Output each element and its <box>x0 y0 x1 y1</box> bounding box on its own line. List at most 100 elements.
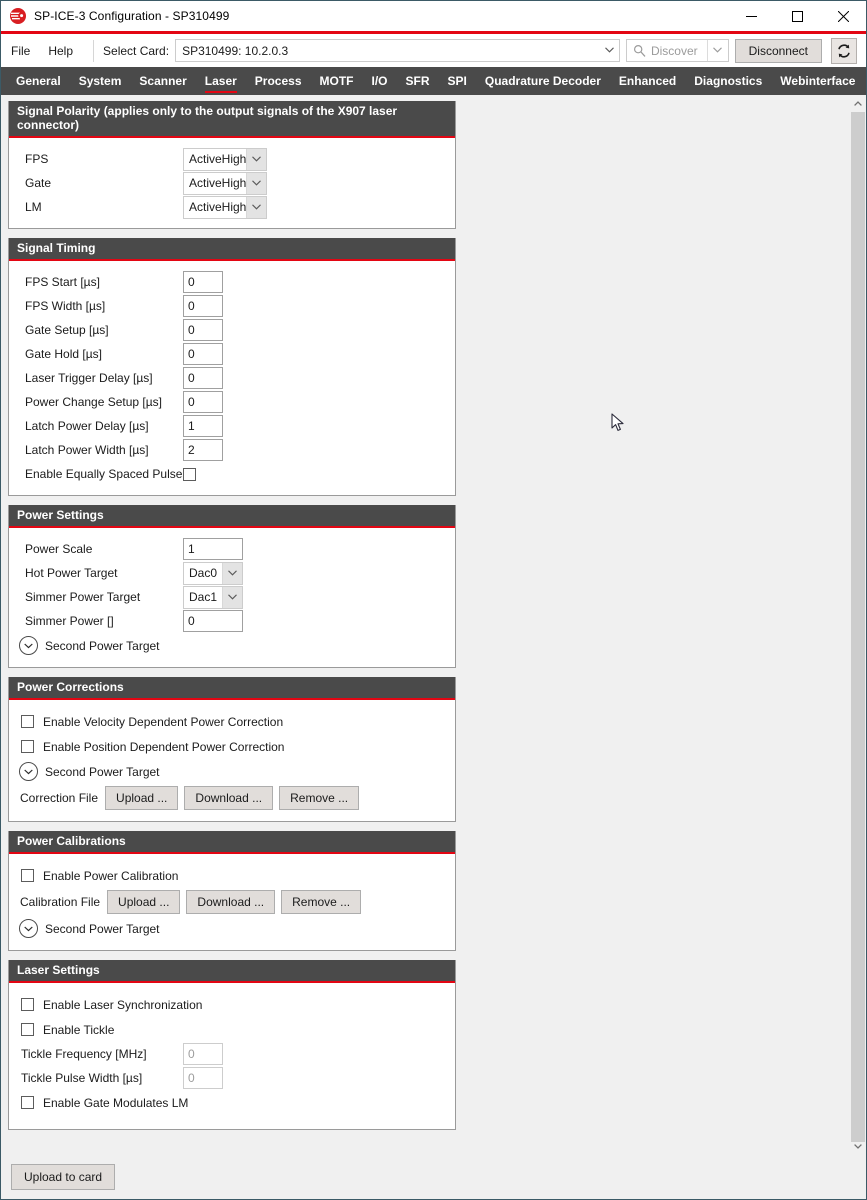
tab-general[interactable]: General <box>7 67 70 95</box>
combo-fps-polarity[interactable]: ActiveHigh <box>183 148 267 171</box>
chevron-down-icon <box>19 636 38 655</box>
select-card-label: Select Card: <box>103 44 169 58</box>
input-timing-2[interactable]: 0 <box>183 319 223 341</box>
input-timing-6[interactable]: 1 <box>183 415 223 437</box>
checkbox-label-position-correction: Enable Position Dependent Power Correcti… <box>43 740 284 754</box>
vertical-scrollbar[interactable] <box>848 95 866 1155</box>
tab-sfr[interactable]: SFR <box>397 67 439 95</box>
checkbox-velocity-correction[interactable] <box>21 715 34 728</box>
group-body-signal-timing: FPS Start [µs]0FPS Width [µs]0Gate Setup… <box>9 261 455 495</box>
input-timing-0[interactable]: 0 <box>183 271 223 293</box>
combo-simmer-power-target-value: Dac1 <box>184 590 222 604</box>
group-title-laser-settings: Laser Settings <box>9 960 455 983</box>
checkbox-laser-sync[interactable] <box>21 998 34 1011</box>
label-equally-spaced-pulses: Enable Equally Spaced Pulses <box>25 467 183 481</box>
label-timing-6: Latch Power Delay [µs] <box>25 419 183 433</box>
input-timing-7[interactable]: 2 <box>183 439 223 461</box>
combo-hot-power-target[interactable]: Dac0 <box>183 562 243 585</box>
row-equally-spaced-pulses: Enable Equally Spaced Pulses <box>25 462 447 486</box>
combo-gate-value: ActiveHigh <box>184 176 246 190</box>
chevron-down-icon <box>222 563 242 584</box>
label-timing-0: FPS Start [µs] <box>25 275 183 289</box>
scrollbar-track[interactable] <box>849 112 866 1138</box>
checkbox-label-gate-modulates-lm: Enable Gate Modulates LM <box>43 1096 188 1110</box>
tab-i-o[interactable]: I/O <box>363 67 397 95</box>
input-tickle-frequency[interactable]: 0 <box>183 1043 223 1065</box>
tab-motf[interactable]: MOTF <box>311 67 363 95</box>
tab-enhanced[interactable]: Enhanced <box>610 67 685 95</box>
expander-label: Second Power Target <box>45 639 160 653</box>
maximize-button[interactable] <box>774 1 820 31</box>
calibration-upload-button[interactable]: Upload ... <box>107 890 180 914</box>
checkbox-row-position-correction[interactable]: Enable Position Dependent Power Correcti… <box>21 734 447 759</box>
tab-webinterface[interactable]: Webinterface <box>771 67 864 95</box>
discover-label: Discover <box>651 44 698 58</box>
title-bar: SP-ICE-3 Configuration - SP310499 <box>1 1 866 31</box>
select-card-combobox[interactable]: SP310499: 10.2.0.3 <box>175 39 620 62</box>
combo-lm-polarity[interactable]: ActiveHigh <box>183 196 267 219</box>
checkbox-row-tickle[interactable]: Enable Tickle <box>21 1017 447 1042</box>
tab-system[interactable]: System <box>70 67 131 95</box>
search-icon <box>633 44 646 57</box>
scroll-up-button[interactable] <box>849 95 866 112</box>
upload-to-card-button[interactable]: Upload to card <box>11 1164 115 1190</box>
input-timing-1[interactable]: 0 <box>183 295 223 317</box>
expander-second-power-target-corrections[interactable]: Second Power Target <box>21 759 447 784</box>
refresh-icon[interactable] <box>831 38 857 64</box>
expander-second-power-target-settings[interactable]: Second Power Target <box>25 633 447 658</box>
chevron-down-icon <box>246 173 266 194</box>
tab-diagnostics[interactable]: Diagnostics <box>685 67 771 95</box>
group-signal-timing: Signal Timing FPS Start [µs]0FPS Width [… <box>8 238 456 496</box>
label-lm: LM <box>25 200 183 214</box>
discover-split-button[interactable]: Discover <box>626 39 729 62</box>
expander-second-power-target-calibrations[interactable]: Second Power Target <box>21 916 447 941</box>
combo-simmer-power-target[interactable]: Dac1 <box>183 586 243 609</box>
input-timing-4[interactable]: 0 <box>183 367 223 389</box>
input-timing-3[interactable]: 0 <box>183 343 223 365</box>
calibration-download-button[interactable]: Download ... <box>186 890 275 914</box>
checkbox-row-velocity-correction[interactable]: Enable Velocity Dependent Power Correcti… <box>21 709 447 734</box>
row-simmer-power-target: Simmer Power Target Dac1 <box>25 585 447 609</box>
checkbox-row-laser-sync[interactable]: Enable Laser Synchronization <box>21 992 447 1017</box>
calibration-remove-button[interactable]: Remove ... <box>281 890 361 914</box>
correction-upload-button[interactable]: Upload ... <box>105 786 178 810</box>
row-timing-2: Gate Setup [µs]0 <box>25 318 447 342</box>
close-button[interactable] <box>820 1 866 31</box>
row-simmer-power: Simmer Power [] 0 <box>25 609 447 633</box>
correction-download-button[interactable]: Download ... <box>184 786 273 810</box>
menu-file[interactable]: File <box>3 40 38 62</box>
input-power-scale[interactable]: 1 <box>183 538 243 560</box>
row-lm-polarity: LM ActiveHigh <box>25 195 447 219</box>
disconnect-button[interactable]: Disconnect <box>735 39 822 63</box>
combo-gate-polarity[interactable]: ActiveHigh <box>183 172 267 195</box>
label-timing-7: Latch Power Width [µs] <box>25 443 183 457</box>
tab-quadrature-decoder[interactable]: Quadrature Decoder <box>476 67 610 95</box>
label-timing-1: FPS Width [µs] <box>25 299 183 313</box>
tab-laser[interactable]: Laser <box>196 67 246 95</box>
input-tickle-pulse-width[interactable]: 0 <box>183 1067 223 1089</box>
correction-file-row: Correction File Upload ... Download ... … <box>20 784 447 812</box>
checkbox-power-calibration[interactable] <box>21 869 34 882</box>
menu-help[interactable]: Help <box>40 40 81 62</box>
checkbox-row-power-calibration[interactable]: Enable Power Calibration <box>21 863 447 888</box>
checkbox-row-gate-modulates-lm[interactable]: Enable Gate Modulates LM <box>21 1090 447 1115</box>
checkbox-equally-spaced-pulses[interactable] <box>183 468 196 481</box>
discover-chevron-down-icon[interactable] <box>708 45 728 56</box>
tab-process[interactable]: Process <box>246 67 311 95</box>
minimize-button[interactable] <box>728 1 774 31</box>
chevron-down-icon <box>19 762 38 781</box>
checkbox-gate-modulates-lm[interactable] <box>21 1096 34 1109</box>
row-timing-7: Latch Power Width [µs]2 <box>25 438 447 462</box>
discover-button[interactable]: Discover <box>627 40 707 61</box>
correction-remove-button[interactable]: Remove ... <box>279 786 359 810</box>
scrollbar-thumb[interactable] <box>851 112 865 1142</box>
row-gate-polarity: Gate ActiveHigh <box>25 171 447 195</box>
checkbox-tickle[interactable] <box>21 1023 34 1036</box>
tab-scanner[interactable]: Scanner <box>130 67 195 95</box>
combo-lm-value: ActiveHigh <box>184 200 246 214</box>
input-simmer-power[interactable]: 0 <box>183 610 243 632</box>
checkbox-position-correction[interactable] <box>21 740 34 753</box>
combo-fps-value: ActiveHigh <box>184 152 246 166</box>
input-timing-5[interactable]: 0 <box>183 391 223 413</box>
tab-spi[interactable]: SPI <box>439 67 476 95</box>
